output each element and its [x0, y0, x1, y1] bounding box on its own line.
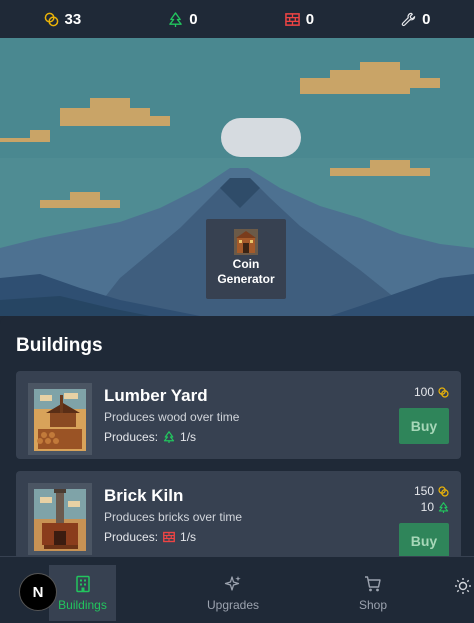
sun-icon	[455, 578, 471, 594]
nav-shop[interactable]: Shop	[348, 565, 398, 621]
resource-coins: 33	[44, 10, 82, 28]
resource-wood: 0	[168, 10, 198, 28]
coins-count: 33	[64, 10, 82, 28]
tree-icon	[169, 11, 183, 27]
wrench-icon	[401, 12, 416, 26]
nav-buildings[interactable]: Buildings	[49, 565, 116, 621]
nav-label: Buildings	[58, 597, 107, 612]
building-produces: Produces: 1/s	[104, 530, 196, 544]
building-produces: Produces: 1/s	[104, 430, 196, 444]
bottom-nav: Buildings Upgrades Shop	[0, 556, 474, 623]
buy-button[interactable]: Buy	[399, 408, 449, 444]
produces-label: Produces:	[104, 530, 159, 544]
produces-rate: 1/s	[180, 530, 197, 544]
lumber-yard-image	[28, 383, 92, 455]
status-bubble	[221, 118, 301, 157]
building-cost-wood: 10	[421, 500, 449, 514]
produces-label: Produces:	[104, 430, 159, 444]
coin-generator-thumbnail	[234, 229, 258, 255]
building-icon	[75, 575, 90, 592]
nav-label: Shop	[358, 597, 388, 612]
game-scene: Coin Generator	[0, 38, 474, 316]
cost-amount: 150	[413, 484, 434, 498]
buy-button[interactable]: Buy	[399, 523, 449, 556]
tree-icon	[163, 431, 175, 443]
produces-rate: 1/s	[180, 430, 197, 444]
bricks-count: 0	[305, 10, 315, 28]
building-card-brick-kiln: Brick Kiln Produces bricks over time Pro…	[16, 471, 461, 556]
coin-generator-label: Coin Generator	[217, 257, 275, 286]
nav-settings[interactable]	[452, 565, 474, 621]
brick-icon	[284, 12, 300, 26]
cost-amount: 100	[413, 385, 434, 399]
coin-generator[interactable]: Coin Generator	[206, 219, 286, 299]
building-cost: 100	[414, 385, 449, 399]
cost-amount: 10	[420, 500, 434, 514]
brick-icon	[163, 531, 175, 543]
building-name: Brick Kiln	[104, 486, 184, 505]
nav-upgrades[interactable]: Upgrades	[198, 565, 268, 621]
building-name: Lumber Yard	[104, 386, 208, 405]
tree-icon	[438, 501, 449, 513]
building-card-lumber-yard: Lumber Yard Produces wood over time Prod…	[16, 371, 461, 459]
nav-label: Upgrades	[206, 597, 260, 612]
tools-count: 0	[422, 10, 431, 28]
resource-bar: 33 0 0 0	[0, 0, 474, 38]
cart-icon	[365, 575, 381, 591]
coins-icon	[438, 386, 449, 398]
building-cost-coins: 150	[414, 484, 449, 498]
resource-tools: 0	[401, 11, 430, 28]
nextjs-logo-button[interactable]: N	[19, 573, 57, 611]
buildings-title: Buildings	[16, 335, 103, 356]
sparkles-icon	[224, 575, 241, 591]
coins-icon	[44, 12, 58, 26]
building-description: Produces bricks over time	[104, 510, 243, 524]
buildings-panel: Buildings Lumber Yard Produces wood over…	[0, 316, 474, 556]
building-description: Produces wood over time	[104, 410, 240, 424]
resource-bricks: 0	[284, 10, 315, 28]
wood-count: 0	[189, 10, 198, 28]
coins-icon	[438, 485, 449, 497]
brick-kiln-image	[28, 483, 92, 555]
